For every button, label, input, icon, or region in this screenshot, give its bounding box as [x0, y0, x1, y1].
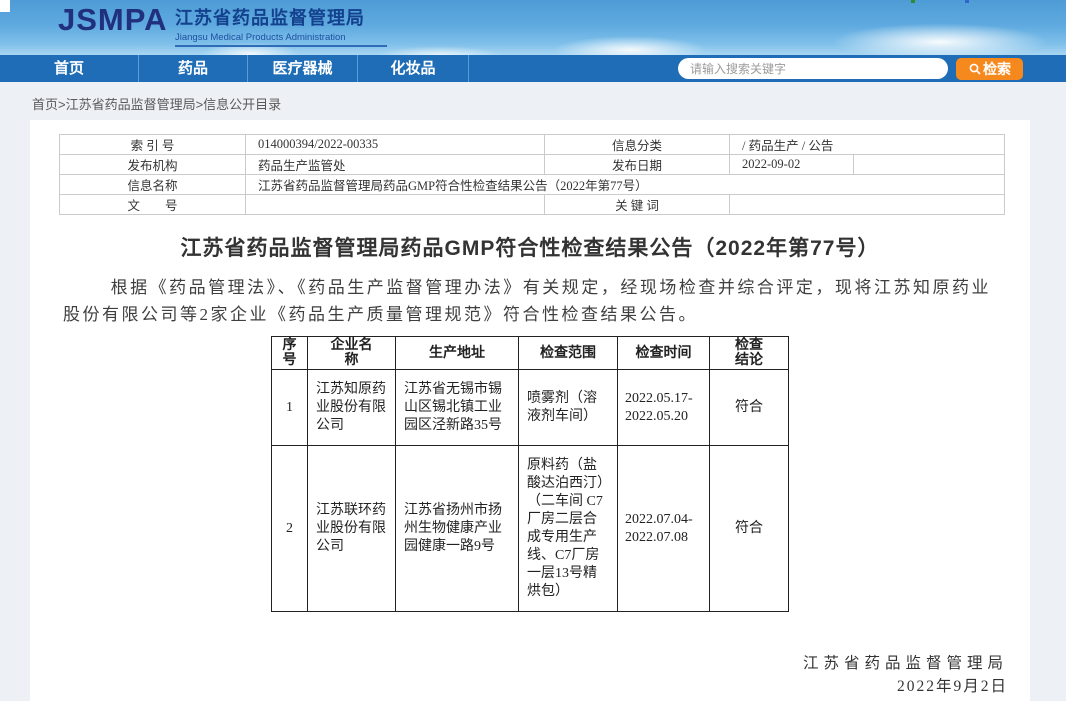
row2-no: 2 — [272, 446, 308, 612]
col-header-address: 生产地址 — [396, 337, 519, 370]
meta-docnum-value — [246, 195, 545, 215]
agency-name-en: Jiangsu Medical Products Administration — [175, 32, 387, 43]
meta-name-value: 江苏省药品监督管理局药品GMP符合性检查结果公告（2022年第77号） — [246, 175, 1005, 195]
meta-row-docnum-keyword: 文 号 关 键 词 — [60, 195, 1005, 215]
signature-org: 江苏省药品监督管理局 — [803, 652, 1008, 675]
search-button[interactable]: 检索 — [956, 58, 1023, 80]
signature-date: 2022年9月2日 — [803, 675, 1008, 698]
meta-docnum-label: 文 号 — [60, 195, 246, 215]
corner-artifact — [0, 0, 10, 12]
row2-conclusion: 符合 — [710, 446, 789, 612]
row1-scope: 喷雾剂（溶液剂车间） — [519, 370, 618, 446]
article-body: 根据《药品管理法》、《药品生产监督管理办法》有关规定，经现场检查并综合评定，现将… — [63, 274, 991, 328]
meta-row-name: 信息名称 江苏省药品监督管理局药品GMP符合性检查结果公告（2022年第77号） — [60, 175, 1005, 195]
nav-item-home[interactable]: 首页 — [0, 55, 139, 82]
meta-date-extra-cell — [854, 155, 1005, 175]
inspection-results-table: 序 号 企业名 称 生产地址 检查范围 检查时间 检查 结论 1 江苏知原药业股… — [271, 336, 789, 612]
article-title: 江苏省药品监督管理局药品GMP符合性检查结果公告（2022年第77号） — [30, 232, 1030, 262]
meta-date-label: 发布日期 — [545, 155, 730, 175]
nav-item-drugs[interactable]: 药品 — [139, 55, 248, 82]
col-header-conclusion: 检查 结论 — [710, 337, 789, 370]
signature-block: 江苏省药品监督管理局 2022年9月2日 — [803, 652, 1008, 698]
content-panel: 索 引 号 014000394/2022-00335 信息分类 / 药品生产 /… — [30, 120, 1030, 701]
meta-agency-label: 发布机构 — [60, 155, 246, 175]
jsmpa-logo: JSMPA — [58, 2, 168, 38]
nav-item-medical-devices[interactable]: 医疗器械 — [248, 55, 358, 82]
row2-scope: 原料药（盐酸达泊西汀）（二车间 C7厂房二层合成专用生产线、C7厂房一层13号精… — [519, 446, 618, 612]
nav-item-cosmetics[interactable]: 化妆品 — [358, 55, 469, 82]
col-header-scope: 检查范围 — [519, 337, 618, 370]
agency-name-cn: 江苏省药品监督管理局 — [175, 4, 387, 30]
meta-index-value: 014000394/2022-00335 — [246, 135, 545, 155]
search-button-label: 检索 — [983, 59, 1011, 79]
meta-row-index-category: 索 引 号 014000394/2022-00335 信息分类 / 药品生产 /… — [60, 135, 1005, 155]
tiny-green-artifact — [911, 0, 915, 3]
document-meta-table: 索 引 号 014000394/2022-00335 信息分类 / 药品生产 /… — [59, 134, 1005, 215]
results-header-row: 序 号 企业名 称 生产地址 检查范围 检查时间 检查 结论 — [272, 337, 789, 370]
row2-address: 江苏省扬州市扬州生物健康产业园健康一路9号 — [396, 446, 519, 612]
table-row: 2 江苏联环药业股份有限公司 江苏省扬州市扬州生物健康产业园健康一路9号 原料药… — [272, 446, 789, 612]
col-header-company: 企业名 称 — [308, 337, 396, 370]
meta-keyword-label: 关 键 词 — [545, 195, 730, 215]
meta-name-label: 信息名称 — [60, 175, 246, 195]
row1-no: 1 — [272, 370, 308, 446]
row1-time: 2022.05.17- 2022.05.20 — [618, 370, 710, 446]
meta-category-value: / 药品生产 / 公告 — [730, 135, 1005, 155]
table-row: 1 江苏知原药业股份有限公司 江苏省无锡市锡山区锡北镇工业园区泾新路35号 喷雾… — [272, 370, 789, 446]
meta-category-label: 信息分类 — [545, 135, 730, 155]
col-header-no: 序 号 — [272, 337, 308, 370]
search-icon — [968, 62, 982, 76]
row1-address: 江苏省无锡市锡山区锡北镇工业园区泾新路35号 — [396, 370, 519, 446]
meta-index-label: 索 引 号 — [60, 135, 246, 155]
tiny-blue-artifact — [965, 0, 969, 3]
meta-keyword-value — [730, 195, 1005, 215]
agency-title-block: 江苏省药品监督管理局 Jiangsu Medical Products Admi… — [175, 4, 387, 47]
header-sky-banner: JSMPA 江苏省药品监督管理局 Jiangsu Medical Product… — [0, 0, 1066, 55]
search-input[interactable] — [678, 58, 948, 79]
row2-time: 2022.07.04- 2022.07.08 — [618, 446, 710, 612]
col-header-time: 检查时间 — [618, 337, 710, 370]
meta-date-value: 2022-09-02 — [730, 155, 854, 175]
breadcrumb[interactable]: 首页>江苏省药品监督管理局>信息公开目录 — [32, 94, 281, 113]
meta-row-agency-date: 发布机构 药品生产监管处 发布日期 2022-09-02 — [60, 155, 1005, 175]
meta-agency-value: 药品生产监管处 — [246, 155, 545, 175]
row1-conclusion: 符合 — [710, 370, 789, 446]
row2-company: 江苏联环药业股份有限公司 — [308, 446, 396, 612]
agency-title-underline — [175, 45, 387, 47]
row1-company: 江苏知原药业股份有限公司 — [308, 370, 396, 446]
